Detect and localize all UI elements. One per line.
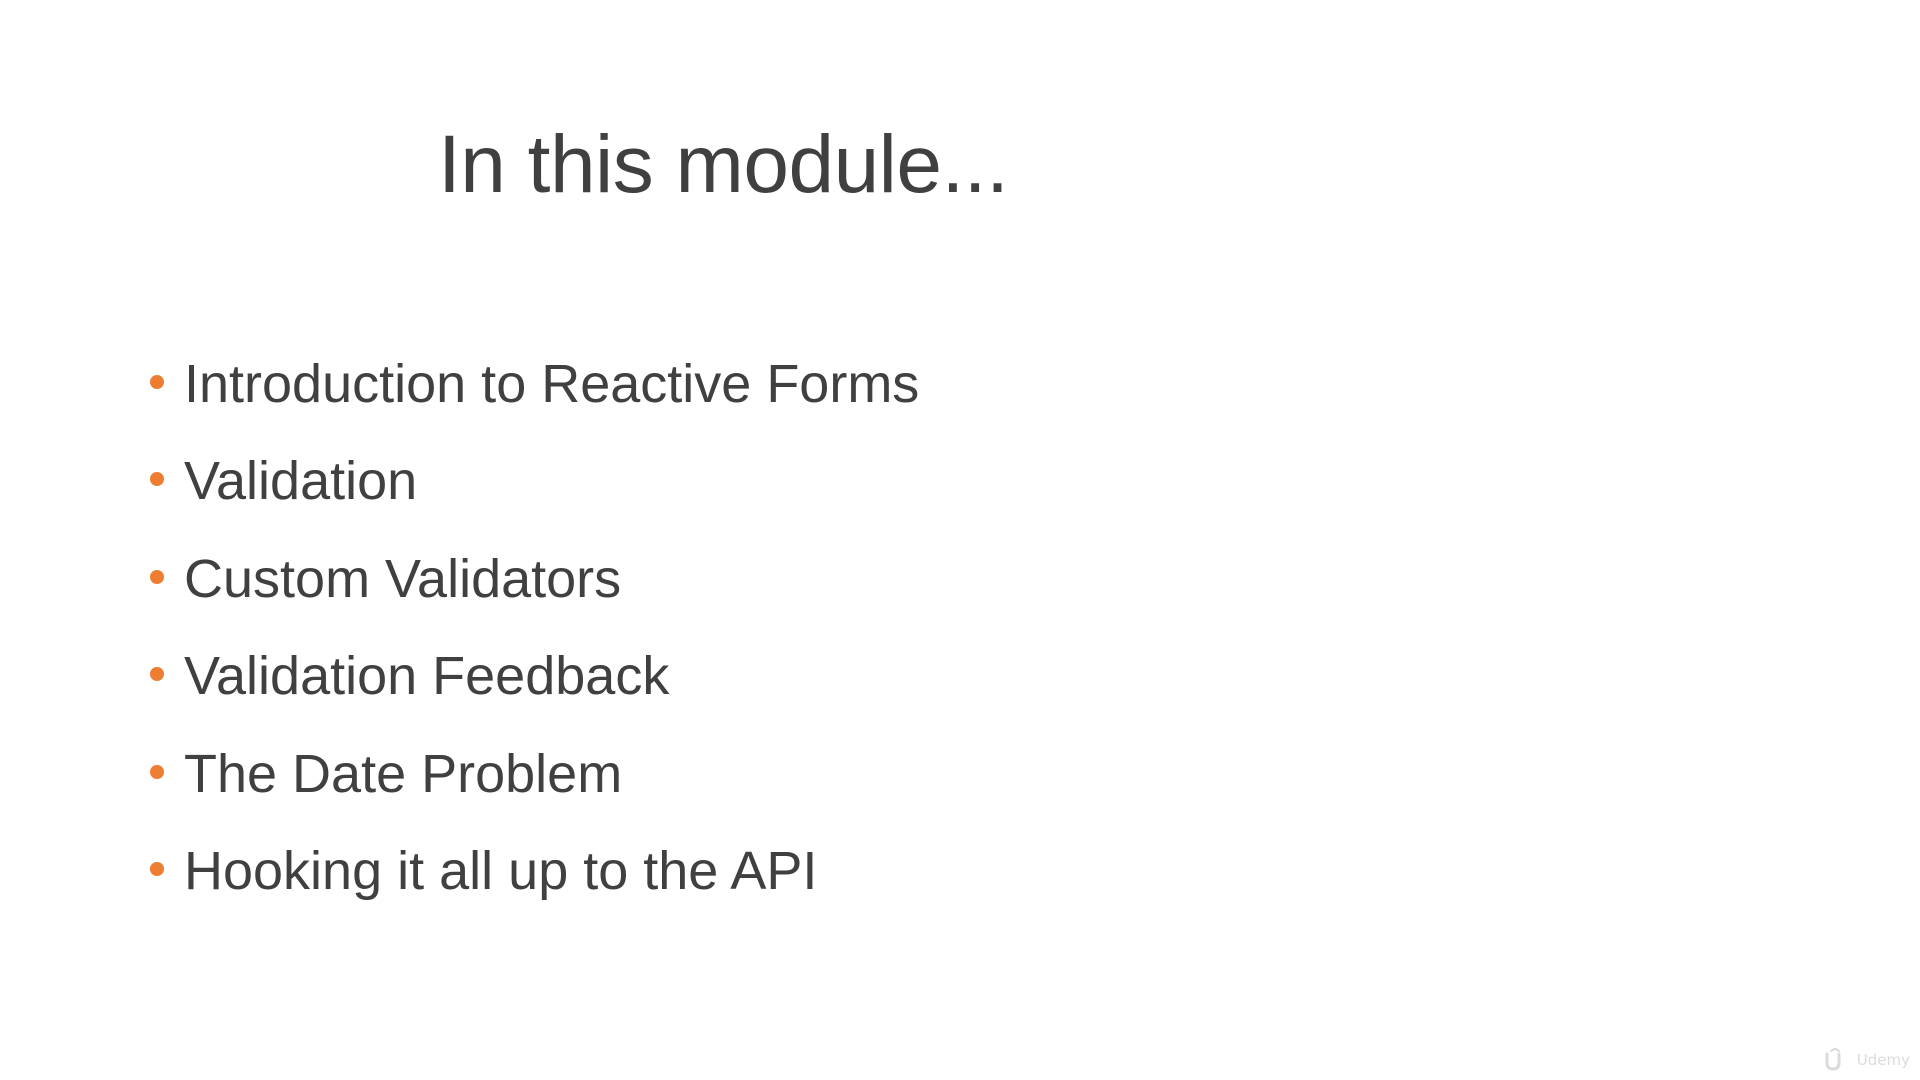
circle-bullet-icon <box>150 862 164 877</box>
bullet-text: Validation Feedback <box>184 646 670 707</box>
list-item: Custom Validators <box>150 530 919 628</box>
slide-title: In this module... <box>438 119 1009 210</box>
bullet-text: Introduction to Reactive Forms <box>184 353 920 414</box>
circle-bullet-icon <box>150 764 164 779</box>
bullet-text: Custom Validators <box>184 548 622 609</box>
circle-bullet-icon <box>150 569 164 584</box>
udemy-logo-icon <box>1825 1048 1841 1071</box>
bullet-text: Validation <box>184 451 418 512</box>
circle-bullet-icon <box>150 472 164 487</box>
watermark-text: Udemy <box>1856 1051 1910 1069</box>
list-item: Introduction to Reactive Forms <box>150 335 919 433</box>
list-item: Validation <box>150 433 919 531</box>
bullet-text: Hooking it all up to the API <box>184 841 818 902</box>
list-item: The Date Problem <box>150 725 919 823</box>
bullet-text: The Date Problem <box>184 743 623 804</box>
circle-bullet-icon <box>150 374 164 389</box>
circle-bullet-icon <box>150 667 164 682</box>
slide: In this module... Introduction to Reacti… <box>0 0 1920 1080</box>
list-item: Validation Feedback <box>150 628 919 726</box>
list-item: Hooking it all up to the API <box>150 823 919 921</box>
udemy-watermark: Udemy <box>1823 1048 1910 1072</box>
bullet-list: Introduction to Reactive Forms Validatio… <box>150 335 919 920</box>
